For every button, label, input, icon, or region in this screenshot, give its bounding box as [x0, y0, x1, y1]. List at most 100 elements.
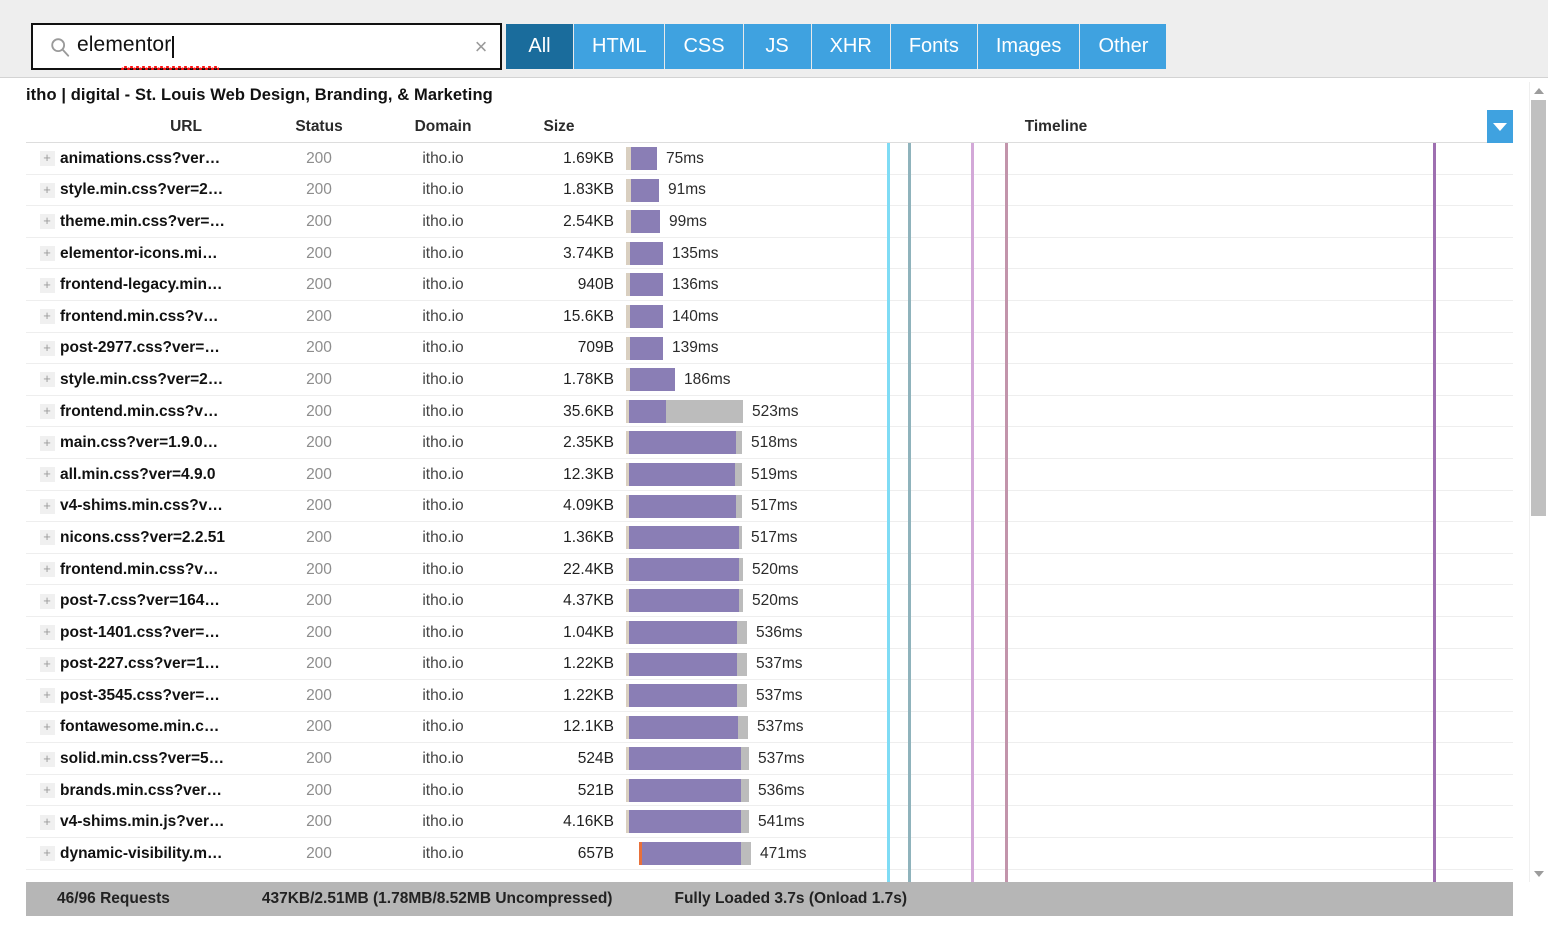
waterfall-bar[interactable] — [626, 462, 742, 486]
expand-row-button[interactable]: + — [39, 238, 55, 270]
table-row[interactable]: + v4-shims.min.js?ver… 200 itho.io 4.16KB 541… — [26, 806, 1513, 839]
cell-url[interactable]: style.min.css?ver=2… — [60, 175, 264, 207]
table-row[interactable]: + post-3545.css?ver=… 200 itho.io 1.22KB 537m… — [26, 680, 1513, 712]
expand-row-button[interactable]: + — [39, 712, 55, 744]
table-row[interactable]: + post-1401.css?ver=… 200 itho.io 1.04KB 536m… — [26, 617, 1513, 649]
expand-row-button[interactable]: + — [39, 680, 55, 712]
table-row[interactable]: + frontend-legacy.min… 200 itho.io 940B 136ms — [26, 269, 1513, 301]
cell-url[interactable]: post-227.css?ver=1… — [60, 649, 264, 681]
tab-all[interactable]: All — [506, 24, 574, 69]
waterfall-bar[interactable] — [626, 399, 743, 423]
expand-row-button[interactable]: + — [39, 491, 55, 523]
waterfall-bar[interactable] — [626, 747, 749, 771]
cell-url[interactable]: post-3545.css?ver=… — [60, 680, 264, 712]
expand-row-button[interactable]: + — [39, 143, 55, 175]
waterfall-bar[interactable] — [626, 620, 747, 644]
tab-fonts[interactable]: Fonts — [890, 24, 978, 69]
table-row[interactable]: + frontend.min.css?v… 200 itho.io 22.4KB 520m… — [26, 554, 1513, 586]
waterfall-bar[interactable] — [626, 147, 657, 170]
waterfall-bar[interactable] — [626, 178, 659, 202]
tab-html[interactable]: HTML — [574, 24, 666, 69]
table-row[interactable]: + all.min.css?ver=4.9.0 200 itho.io 12.3KB 51… — [26, 459, 1513, 491]
cell-url[interactable]: all.min.css?ver=4.9.0 — [60, 459, 264, 491]
waterfall-bar[interactable] — [626, 336, 663, 360]
cell-url[interactable]: post-1401.css?ver=… — [60, 617, 264, 649]
waterfall-bar[interactable] — [626, 652, 747, 676]
table-row[interactable]: + style.min.css?ver=2… 200 itho.io 1.78KB 186… — [26, 364, 1513, 396]
cell-url[interactable]: frontend-legacy.min… — [60, 269, 264, 301]
cell-url[interactable]: frontend.min.css?v… — [60, 396, 264, 428]
waterfall-bar[interactable] — [626, 431, 742, 455]
table-row[interactable]: + post-227.css?ver=1… 200 itho.io 1.22KB 537m… — [26, 649, 1513, 681]
table-row[interactable]: + nicons.css?ver=2.2.51 200 itho.io 1.36KB 51… — [26, 522, 1513, 554]
tab-other[interactable]: Other — [1080, 24, 1167, 69]
tab-css[interactable]: CSS — [665, 24, 744, 69]
cell-url[interactable]: dynamic-visibility.m… — [60, 838, 264, 870]
column-options-button[interactable] — [1487, 110, 1513, 143]
expand-row-button[interactable]: + — [39, 396, 55, 428]
waterfall-bar[interactable] — [639, 842, 751, 866]
table-row[interactable]: + style.min.css?ver=2… 200 itho.io 1.83KB 91m… — [26, 175, 1513, 207]
table-row[interactable]: + frontend.min.css?v… 200 itho.io 15.6KB 140m… — [26, 301, 1513, 333]
expand-row-button[interactable]: + — [39, 175, 55, 207]
table-row[interactable]: + dynamic-visibility.m… 200 itho.io 657B 471m… — [26, 838, 1513, 870]
table-row[interactable]: + animations.css?ver… 200 itho.io 1.69KB 75ms — [26, 143, 1513, 175]
tab-images[interactable]: Images — [977, 24, 1081, 69]
table-row[interactable]: + post-7.css?ver=164… 200 itho.io 4.37KB 520m… — [26, 585, 1513, 617]
table-row[interactable]: + post-2977.css?ver=… 200 itho.io 709B 139ms — [26, 333, 1513, 365]
cell-url[interactable]: post-2977.css?ver=… — [60, 333, 264, 365]
cell-url[interactable]: main.css?ver=1.9.0… — [60, 427, 264, 459]
expand-row-button[interactable]: + — [39, 554, 55, 586]
search-box[interactable]: elementor × — [31, 23, 502, 70]
waterfall-bar[interactable] — [626, 810, 749, 834]
column-header-timeline[interactable]: Timeline — [626, 110, 1486, 143]
expand-row-button[interactable]: + — [39, 206, 55, 238]
expand-row-button[interactable]: + — [39, 459, 55, 491]
table-row[interactable]: + elementor-icons.mi… 200 itho.io 3.74KB 135m… — [26, 238, 1513, 270]
table-row[interactable]: + frontend.min.css?v… 200 itho.io 35.6KB 523m… — [26, 396, 1513, 428]
scrollbar-thumb[interactable] — [1531, 100, 1546, 516]
expand-row-button[interactable]: + — [39, 838, 55, 870]
waterfall-bar[interactable] — [626, 778, 749, 802]
cell-url[interactable]: solid.min.css?ver=5… — [60, 743, 264, 775]
waterfall-bar[interactable] — [626, 304, 663, 328]
waterfall-bar[interactable] — [626, 589, 743, 613]
expand-row-button[interactable]: + — [39, 585, 55, 617]
tab-xhr[interactable]: XHR — [811, 24, 891, 69]
column-header-size[interactable]: Size — [504, 110, 614, 143]
cell-url[interactable]: brands.min.css?ver… — [60, 775, 264, 807]
waterfall-bar[interactable] — [626, 557, 743, 581]
column-header-domain[interactable]: Domain — [378, 110, 508, 143]
table-row[interactable]: + solid.min.css?ver=5… 200 itho.io 524B 537ms — [26, 743, 1513, 775]
expand-row-button[interactable]: + — [39, 364, 55, 396]
scroll-down-button[interactable] — [1530, 865, 1547, 882]
expand-row-button[interactable]: + — [39, 269, 55, 301]
table-row[interactable]: + fontawesome.min.c… 200 itho.io 12.1KB 537ms — [26, 712, 1513, 744]
table-row[interactable]: + v4-shims.min.css?v… 200 itho.io 4.09KB 517m… — [26, 491, 1513, 523]
table-row[interactable]: + brands.min.css?ver… 200 itho.io 521B 536ms — [26, 775, 1513, 807]
cell-url[interactable]: theme.min.css?ver=… — [60, 206, 264, 238]
waterfall-bar[interactable] — [626, 210, 660, 234]
table-row[interactable]: + theme.min.css?ver=… 200 itho.io 2.54KB 99ms — [26, 206, 1513, 238]
cell-url[interactable]: post-7.css?ver=164… — [60, 585, 264, 617]
expand-row-button[interactable]: + — [39, 806, 55, 838]
expand-row-button[interactable]: + — [39, 617, 55, 649]
cell-url[interactable]: frontend.min.css?v… — [60, 301, 264, 333]
expand-row-button[interactable]: + — [39, 649, 55, 681]
clear-search-button[interactable]: × — [462, 25, 500, 68]
waterfall-bar[interactable] — [626, 715, 748, 739]
expand-row-button[interactable]: + — [39, 775, 55, 807]
cell-url[interactable]: nicons.css?ver=2.2.51 — [60, 522, 264, 554]
column-header-url[interactable]: URL — [106, 110, 266, 143]
scroll-up-button[interactable] — [1530, 82, 1547, 99]
waterfall-bar[interactable] — [626, 526, 742, 550]
cell-url[interactable]: v4-shims.min.js?ver… — [60, 806, 264, 838]
waterfall-bar[interactable] — [626, 494, 742, 518]
expand-row-button[interactable]: + — [39, 301, 55, 333]
tab-js[interactable]: JS — [743, 24, 812, 69]
expand-row-button[interactable]: + — [39, 743, 55, 775]
waterfall-bar[interactable] — [626, 273, 663, 297]
waterfall-bar[interactable] — [626, 684, 747, 708]
waterfall-bar[interactable] — [626, 241, 663, 265]
expand-row-button[interactable]: + — [39, 427, 55, 459]
